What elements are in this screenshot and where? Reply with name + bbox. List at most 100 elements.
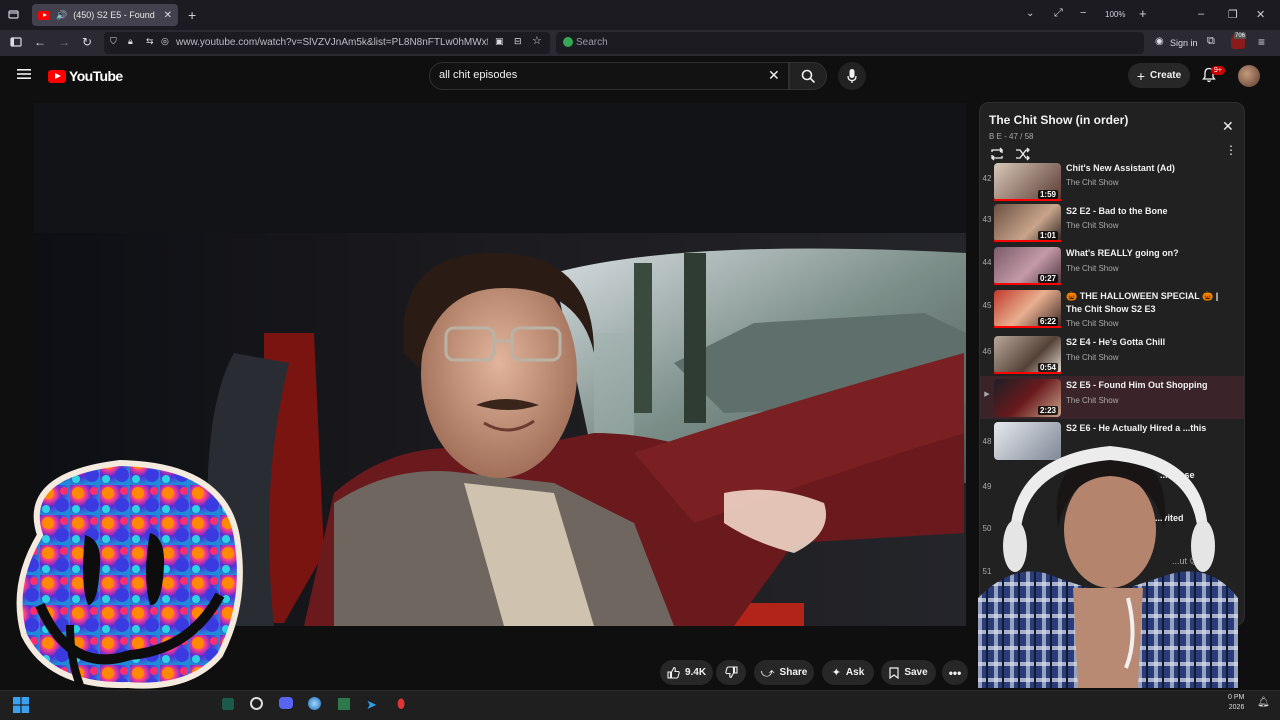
like-button[interactable]: 9.4K <box>660 660 713 685</box>
shuffle-icon[interactable] <box>1015 147 1031 161</box>
reader-view-icon[interactable]: ⊟ <box>514 37 522 46</box>
url-text[interactable]: www.youtube.com/watch?v=SlVZVJnAm5k&list… <box>176 37 488 48</box>
new-tab-icon[interactable]: + <box>188 8 196 22</box>
extensions-icon[interactable]: ⧉ <box>1207 36 1215 47</box>
playlist-item-title: Chit's New Assistant (Ad) <box>1066 163 1175 173</box>
permissions-icon[interactable]: ⇆ <box>146 37 154 46</box>
reload-icon[interactable]: ↻ <box>82 36 92 48</box>
dislike-button[interactable] <box>716 660 746 685</box>
ask-label: Ask <box>845 667 865 678</box>
chevron-down-icon[interactable]: ⌄ <box>1026 9 1034 19</box>
zoom-level: 100% <box>1105 10 1126 19</box>
playlist-item[interactable]: 44 0:27 What's REALLY going on? The Chit… <box>980 244 1244 287</box>
share-label: Share <box>779 667 808 678</box>
bookmark-star-icon[interactable]: ☆ <box>532 36 542 47</box>
share-button[interactable]: ⤻ Share <box>754 660 814 685</box>
telegram-app-icon[interactable]: ➤ <box>366 697 377 713</box>
playlist-item-title: S2 E5 - Found Him Out Shopping <box>1066 380 1208 390</box>
playlist-item-thumbnail: 0:54 <box>994 336 1061 374</box>
fullscreen-icon[interactable]: ⤢ <box>1054 8 1063 19</box>
ask-button[interactable]: ✦ Ask <box>822 660 874 685</box>
playlist-item[interactable]: 43 1:01 S2 E2 - Bad to the Bone The Chit… <box>980 201 1244 244</box>
playlist-item-title: S2 E4 - He's Gotta Chill <box>1066 337 1166 347</box>
playlist-item-duration: 0:27 <box>1037 274 1058 283</box>
create-label: Create <box>1150 70 1182 81</box>
menu-icon[interactable]: ≡ <box>1258 36 1265 48</box>
thumbs-down-icon <box>724 666 738 679</box>
playlist-position: B E - 47 / 58 <box>989 132 1034 141</box>
like-count: 9.4K <box>684 667 707 678</box>
windows-start-icon[interactable] <box>13 697 29 713</box>
tab-close-icon[interactable]: ✕ <box>164 10 172 21</box>
playlist-item-duration: 1:01 <box>1037 231 1058 240</box>
thumbs-up-icon <box>667 666 680 679</box>
youtube-logo[interactable]: YouTube <box>48 68 123 84</box>
more-actions-button[interactable]: ••• <box>942 660 968 685</box>
clear-search-icon[interactable]: ✕ <box>768 67 780 84</box>
app-icon[interactable] <box>338 698 350 710</box>
zoom-in-icon[interactable]: + <box>1139 7 1147 20</box>
playlist-item-current[interactable]: ▶ 2:23 S2 E5 - Found Him Out Shopping Th… <box>980 376 1244 419</box>
zoom-out-icon[interactable]: − <box>1080 8 1086 19</box>
playlist-item-index: 46 <box>982 347 992 356</box>
now-playing-icon: ▶ <box>984 391 990 398</box>
browser-search-bar[interactable] <box>556 32 1144 54</box>
pin-app-icon[interactable]: ⬮ <box>397 696 405 712</box>
playlist-item[interactable]: 42 1:59 Chit's New Assistant (Ad) The Ch… <box>980 160 1244 203</box>
voice-search-button[interactable] <box>838 62 866 90</box>
playlist-item-channel: The Chit Show <box>1066 396 1119 405</box>
playlist-title[interactable]: The Chit Show (in order) <box>989 113 1128 127</box>
sparkle-icon: ✦ <box>831 667 841 679</box>
notifications-badge: 9+ <box>1211 66 1225 75</box>
search-icon <box>801 69 816 84</box>
playlist-item-duration: 0:54 <box>1037 363 1058 372</box>
playlist-menu-icon[interactable]: ⋮ <box>1225 144 1237 156</box>
playlist-item-index: 42 <box>982 174 992 183</box>
forward-icon[interactable]: → <box>58 36 70 48</box>
back-icon[interactable]: ← <box>34 36 46 48</box>
playlist-item[interactable]: 45 6:22 🎃 THE HALLOWEEN SPECIAL 🎃 | The … <box>980 287 1244 333</box>
hamburger-icon[interactable] <box>17 68 31 80</box>
maximize-icon[interactable]: ❐ <box>1228 8 1238 21</box>
playlist-item-duration: 2:23 <box>1037 406 1058 415</box>
playlist-item-thumbnail: 2:23 <box>994 379 1061 417</box>
playlist-item-channel: The Chit Show <box>1066 264 1119 273</box>
minimize-icon[interactable]: – <box>1198 8 1204 20</box>
picture-in-picture-icon[interactable]: ▣ <box>495 37 504 46</box>
taskbar-clock[interactable]: 0 PM 2026 <box>1228 693 1244 713</box>
sidebar-toggle-icon[interactable] <box>10 36 22 48</box>
window-close-icon[interactable]: ✕ <box>1256 8 1265 21</box>
youtube-search-button[interactable] <box>789 62 827 90</box>
youtube-logo-text: YouTube <box>69 68 123 84</box>
youtube-favicon-icon <box>38 10 50 20</box>
playlist-item[interactable]: 46 0:54 S2 E4 - He's Gotta Chill The Chi… <box>980 333 1244 376</box>
lock-icon[interactable]: 🔒︎ <box>128 37 133 46</box>
settings-app-icon[interactable] <box>250 697 263 710</box>
shield-icon[interactable]: ⛉ <box>110 37 117 46</box>
playlist-item-duration: 6:22 <box>1037 317 1058 326</box>
clock-date: 2026 <box>1228 704 1245 711</box>
notification-center-icon[interactable]: 🔔︎ <box>1257 697 1270 708</box>
search-engine-icon[interactable] <box>563 37 573 47</box>
watched-progress-bar <box>994 326 1061 328</box>
account-icon[interactable]: ◉ <box>1155 37 1164 47</box>
playlist-item-index: 44 <box>982 258 992 267</box>
loop-icon[interactable] <box>989 147 1005 161</box>
browser-tab-active[interactable]: 🔊 (450) S2 E5 - Found Him Out Shopping ✕ <box>32 4 178 26</box>
user-avatar[interactable] <box>1238 65 1260 87</box>
sign-in-button[interactable]: Sign in <box>1170 38 1198 48</box>
tab-list-icon[interactable] <box>8 9 19 20</box>
youtube-search-query: all chit episodes <box>439 69 518 81</box>
discord-app-icon[interactable] <box>279 697 293 709</box>
camera-permission-icon[interactable]: ◎ <box>161 37 169 46</box>
playlist-item-title: 🎃 THE HALLOWEEN SPECIAL 🎃 | The Chit Sho… <box>1066 291 1219 314</box>
playlist-item-thumbnail: 1:59 <box>994 163 1061 201</box>
close-playlist-icon[interactable]: ✕ <box>1222 118 1234 135</box>
browser-app-icon[interactable] <box>308 697 321 710</box>
save-button[interactable]: Save <box>881 660 936 685</box>
speaker-icon[interactable]: 🔊 <box>56 10 67 21</box>
playlist-item-title: S2 E6 - He Actually Hired a ...this <box>1066 423 1207 433</box>
create-button[interactable]: + Create <box>1128 63 1190 88</box>
playlist-item-channel: The Chit Show <box>1066 353 1119 362</box>
terminal-app-icon[interactable] <box>222 698 234 710</box>
